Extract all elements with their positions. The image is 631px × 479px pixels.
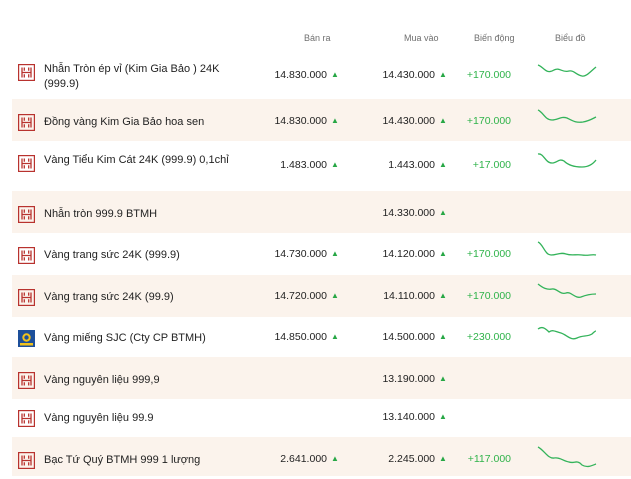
btmh-logo-icon bbox=[18, 247, 35, 264]
sell-price: 14.850.000 bbox=[274, 331, 327, 343]
table-row[interactable]: Vàng nguyên liệu 999,9 13.190.000 ▲ bbox=[12, 357, 631, 399]
btmh-logo-icon bbox=[18, 64, 35, 81]
btmh-logo-icon bbox=[18, 206, 35, 223]
table-row[interactable]: Vàng trang sức 24K (99.9) 14.720.000 ▲ 14.1… bbox=[12, 275, 631, 317]
sjc-logo-icon bbox=[18, 330, 35, 347]
buy-price: 14.430.000 bbox=[382, 115, 435, 127]
price-change: +17.000 bbox=[472, 159, 511, 171]
sell-price: 14.730.000 bbox=[274, 248, 327, 260]
buy-price: 2.245.000 bbox=[388, 453, 435, 465]
sparkline-path bbox=[537, 446, 597, 468]
sell-price: 14.830.000 bbox=[274, 115, 327, 127]
price-sparkline[interactable] bbox=[536, 240, 600, 274]
sparkline-path bbox=[537, 326, 597, 340]
price-sparkline[interactable] bbox=[536, 107, 600, 141]
btmh-logo-icon bbox=[18, 372, 35, 389]
buy-up-arrow-icon: ▲ bbox=[439, 70, 447, 79]
column-header-buy: Mua vào bbox=[404, 33, 439, 43]
sell-price: 14.720.000 bbox=[274, 290, 327, 302]
table-row[interactable]: Vàng trang sức 24K (999.9) 14.730.000 ▲ 14.… bbox=[12, 233, 631, 275]
sparkline-path bbox=[537, 109, 597, 123]
product-name[interactable]: Nhẫn Tròn ép vỉ (Kim Gia Bảo ) 24K (999.… bbox=[44, 62, 249, 92]
sparkline-path bbox=[537, 241, 597, 256]
btmh-logo-icon bbox=[18, 410, 35, 427]
sell-price: 14.830.000 bbox=[274, 69, 327, 81]
column-header-sell: Bán ra bbox=[304, 33, 331, 43]
product-name[interactable]: Vàng Tiểu Kim Cát 24K (999.9) 0,1chỉ bbox=[44, 153, 249, 168]
product-name[interactable]: Bạc Tứ Quý BTMH 999 1 lượng bbox=[44, 453, 249, 468]
product-name[interactable]: Đồng vàng Kim Gia Bảo hoa sen bbox=[44, 115, 249, 130]
buy-price: 14.330.000 bbox=[382, 207, 435, 219]
table-row[interactable]: Đồng vàng Kim Gia Bảo hoa sen 14.830.000 ▲… bbox=[12, 99, 631, 141]
buy-price: 14.500.000 bbox=[382, 331, 435, 343]
buy-up-arrow-icon: ▲ bbox=[439, 116, 447, 125]
buy-up-arrow-icon: ▲ bbox=[439, 208, 447, 217]
table-row[interactable]: Vàng nguyên liệu 99.9 13.140.000 ▲ bbox=[12, 399, 631, 437]
table-header: Bán ra Mua vào Biến động Biểu đồ bbox=[0, 0, 631, 50]
btmh-logo-icon bbox=[18, 289, 35, 306]
buy-up-arrow-icon: ▲ bbox=[439, 249, 447, 258]
sell-up-arrow-icon: ▲ bbox=[331, 291, 339, 300]
price-sparkline[interactable] bbox=[536, 282, 600, 316]
price-change: +230.000 bbox=[466, 331, 511, 343]
sparkline-path bbox=[537, 64, 597, 77]
buy-price: 13.190.000 bbox=[382, 373, 435, 385]
sell-up-arrow-icon: ▲ bbox=[331, 116, 339, 125]
buy-up-arrow-icon: ▲ bbox=[439, 332, 447, 341]
buy-up-arrow-icon: ▲ bbox=[439, 160, 447, 169]
price-sparkline[interactable] bbox=[536, 151, 600, 185]
buy-price: 1.443.000 bbox=[388, 159, 435, 171]
product-name[interactable]: Vàng miếng SJC (Cty CP BTMH) bbox=[44, 331, 249, 346]
table-row[interactable]: Bạc Tứ Quý BTMH 999 1 lượng 2.641.000 ▲ 2.2… bbox=[12, 437, 631, 476]
buy-price: 14.120.000 bbox=[382, 248, 435, 260]
price-change: +170.000 bbox=[466, 290, 511, 302]
product-name[interactable]: Vàng nguyên liệu 999,9 bbox=[44, 373, 249, 388]
gold-price-table: Bán ra Mua vào Biến động Biểu đồ Nhẫn Tr… bbox=[0, 0, 631, 476]
sparkline-path bbox=[537, 153, 597, 168]
btmh-logo-icon bbox=[18, 114, 35, 131]
column-header-chart: Biểu đồ bbox=[555, 33, 586, 43]
table-row[interactable]: Nhẫn tròn 999.9 BTMH 14.330.000 ▲ bbox=[12, 191, 631, 233]
product-name[interactable]: Vàng trang sức 24K (99.9) bbox=[44, 290, 249, 305]
price-sparkline[interactable] bbox=[536, 323, 600, 357]
btmh-logo-icon bbox=[18, 155, 35, 172]
sell-up-arrow-icon: ▲ bbox=[331, 454, 339, 463]
buy-up-arrow-icon: ▲ bbox=[439, 291, 447, 300]
buy-up-arrow-icon: ▲ bbox=[439, 374, 447, 383]
product-name[interactable]: Vàng nguyên liệu 99.9 bbox=[44, 411, 249, 426]
table-row[interactable]: Vàng Tiểu Kim Cát 24K (999.9) 0,1chỉ 1.48… bbox=[12, 141, 631, 191]
buy-price: 14.110.000 bbox=[383, 290, 435, 302]
price-change: +170.000 bbox=[466, 69, 511, 81]
buy-up-arrow-icon: ▲ bbox=[439, 454, 447, 463]
sell-up-arrow-icon: ▲ bbox=[331, 70, 339, 79]
price-change: +117.000 bbox=[467, 453, 511, 465]
sell-up-arrow-icon: ▲ bbox=[331, 249, 339, 258]
price-change: +170.000 bbox=[466, 248, 511, 260]
price-sparkline[interactable] bbox=[536, 445, 600, 479]
buy-up-arrow-icon: ▲ bbox=[439, 412, 447, 421]
sell-price: 1.483.000 bbox=[280, 159, 327, 171]
btmh-logo-icon bbox=[18, 452, 35, 469]
price-sparkline[interactable] bbox=[536, 61, 600, 95]
product-name[interactable]: Nhẫn tròn 999.9 BTMH bbox=[44, 207, 249, 222]
table-row[interactable]: Vàng miếng SJC (Cty CP BTMH) 14.850.000 ▲ 1… bbox=[12, 317, 631, 357]
buy-price: 14.430.000 bbox=[382, 69, 435, 81]
table-row[interactable]: Nhẫn Tròn ép vỉ (Kim Gia Bảo ) 24K (999.… bbox=[12, 50, 631, 95]
price-change: +170.000 bbox=[466, 115, 511, 127]
product-name[interactable]: Vàng trang sức 24K (999.9) bbox=[44, 248, 249, 263]
sell-up-arrow-icon: ▲ bbox=[331, 160, 339, 169]
sell-price: 2.641.000 bbox=[280, 453, 327, 465]
sparkline-path bbox=[537, 283, 597, 298]
sell-up-arrow-icon: ▲ bbox=[331, 332, 339, 341]
column-header-change: Biến động bbox=[474, 33, 515, 43]
buy-price: 13.140.000 bbox=[382, 411, 435, 423]
